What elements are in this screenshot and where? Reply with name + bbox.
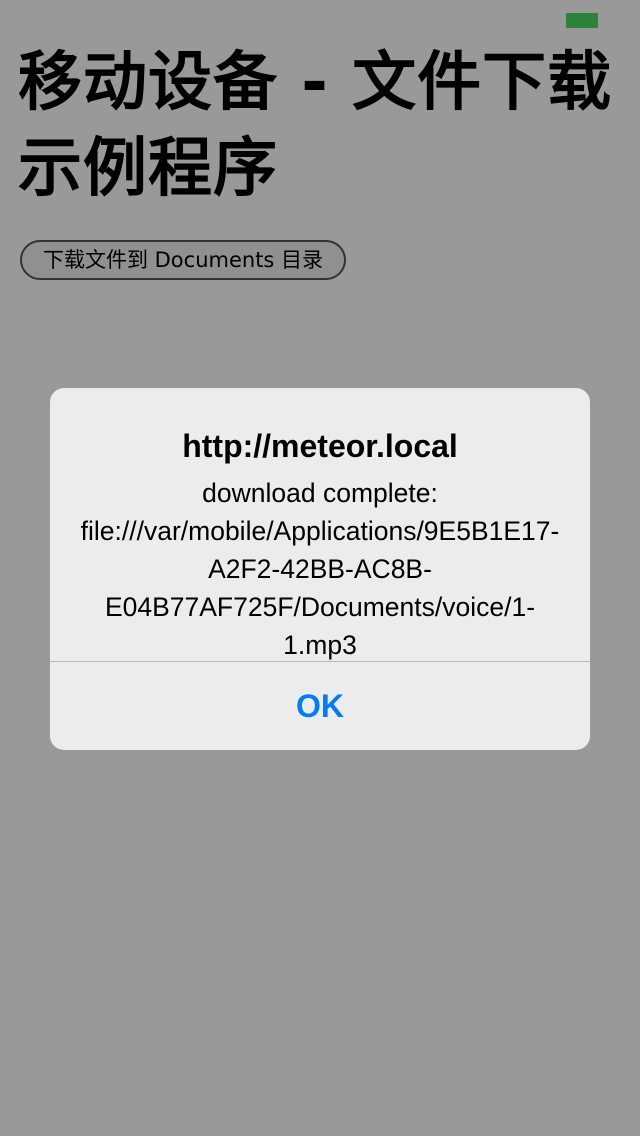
alert-message: download complete: file:///var/mobile/Ap… xyxy=(80,478,560,660)
alert-dialog: http://meteor.local download complete: f… xyxy=(50,388,590,750)
ok-button[interactable]: OK xyxy=(50,662,590,750)
alert-title: http://meteor.local xyxy=(182,428,458,464)
